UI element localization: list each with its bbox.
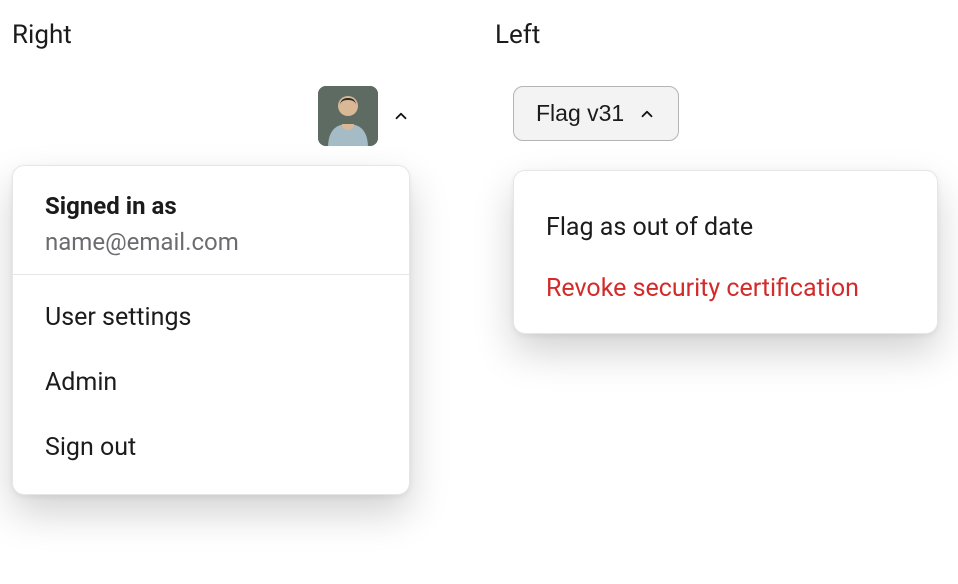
menu-item-admin[interactable]: Admin: [13, 350, 409, 415]
flag-version-button[interactable]: Flag v31: [513, 86, 679, 141]
column-label-left: Left: [495, 20, 945, 50]
menu-item-user-settings[interactable]: User settings: [13, 285, 409, 350]
signin-block: Signed in as name@email.com: [13, 192, 409, 275]
chevron-up-icon[interactable]: [392, 107, 410, 125]
signin-email: name@email.com: [45, 228, 377, 256]
user-dropdown: Signed in as name@email.com User setting…: [12, 165, 410, 495]
example-left: Left Flag v31: [495, 20, 945, 153]
menu-item-revoke-cert[interactable]: Revoke security certification: [514, 258, 937, 319]
avatar-icon: [318, 86, 378, 146]
example-right: Right: [12, 20, 472, 158]
menu-item-sign-out[interactable]: Sign out: [13, 415, 409, 480]
chevron-up-icon: [638, 105, 656, 123]
signin-title: Signed in as: [45, 192, 377, 220]
avatar-trigger-row: [12, 86, 472, 146]
column-label-right: Right: [12, 20, 472, 50]
flag-button-label: Flag v31: [536, 100, 624, 127]
avatar[interactable]: [318, 86, 378, 146]
flag-dropdown: Flag as out of date Revoke security cert…: [513, 170, 938, 334]
flag-trigger-row: Flag v31: [495, 86, 945, 141]
menu-item-flag-outdated[interactable]: Flag as out of date: [514, 197, 937, 258]
